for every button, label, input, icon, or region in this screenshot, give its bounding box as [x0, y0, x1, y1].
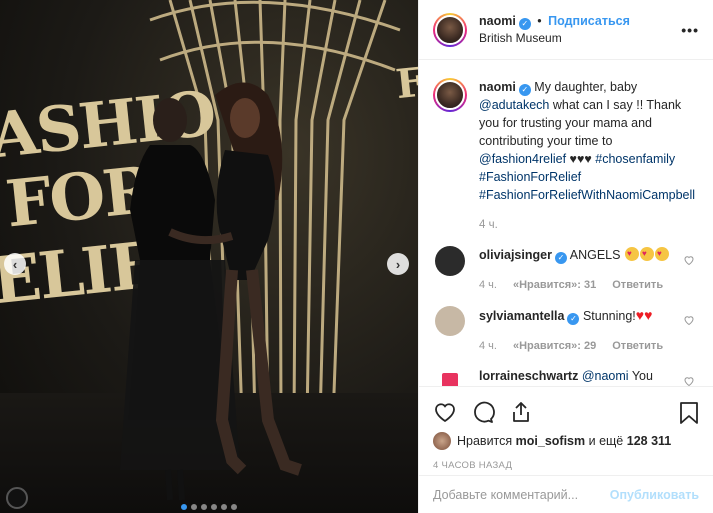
verified-badge-icon: ✓ — [518, 18, 531, 30]
carousel-dots — [181, 504, 237, 510]
post-actions — [419, 386, 713, 438]
caption-username[interactable]: naomi — [479, 80, 516, 94]
verified-badge-icon: ✓ — [567, 313, 580, 325]
comment-bubble-icon[interactable] — [471, 400, 495, 424]
carousel-dot — [231, 504, 237, 510]
comment-mention[interactable]: @naomi — [582, 369, 629, 383]
likes-count[interactable]: 128 311 — [627, 434, 672, 448]
reply-button[interactable]: Ответить — [612, 276, 663, 294]
people-figures — [120, 82, 302, 501]
carousel-dot — [201, 504, 207, 510]
caption-avatar[interactable] — [433, 78, 467, 112]
hashtag[interactable]: #chosenfamily — [595, 152, 675, 166]
comment-item: sylviamantella ✓ Stunning!♥♥ 4 ч. «Нравит… — [433, 306, 699, 355]
comment-text: Stunning! — [582, 309, 636, 323]
caption-hearts: ♥♥♥ — [569, 152, 592, 166]
commenter-avatar[interactable] — [435, 246, 465, 276]
post-header: naomi ✓ • Подписаться British Museum ••• — [419, 0, 713, 60]
share-icon[interactable] — [509, 400, 533, 424]
separator: • — [537, 14, 542, 28]
comment-item: oliviajsinger✓ ANGELS 4 ч. «Нравится»: 3… — [433, 245, 699, 294]
post-side-panel: naomi ✓ • Подписаться British Museum ••• … — [418, 0, 713, 513]
red-heart-emoji-icon: ♥ — [644, 307, 653, 323]
next-photo-button[interactable]: › — [387, 253, 409, 275]
prev-photo-button[interactable]: ‹ — [4, 253, 26, 275]
like-comment-heart-icon[interactable] — [683, 375, 695, 386]
red-heart-emoji-icon: ♥ — [635, 307, 645, 323]
likes-suffix: и ещё — [588, 434, 624, 448]
comment-item: lorraineschwartz @naomi You never stop a… — [433, 367, 699, 386]
comment-time[interactable]: 4 ч. — [479, 276, 497, 294]
verified-badge-icon: ✓ — [518, 84, 531, 96]
comment-time[interactable]: 4 ч. — [479, 337, 497, 355]
like-comment-heart-icon[interactable] — [683, 254, 695, 266]
caption-text-1: My daughter, baby — [534, 80, 638, 94]
commenter-username[interactable]: sylviamantella — [479, 309, 564, 323]
liker-avatar[interactable] — [433, 432, 451, 450]
location-link[interactable]: British Museum — [479, 30, 630, 46]
comment-text: ANGELS — [569, 248, 621, 262]
posted-time[interactable]: 4 ЧАСОВ НАЗАД — [433, 460, 512, 471]
carousel-dot — [211, 504, 217, 510]
caption-mention-2[interactable]: @fashion4relief — [479, 152, 566, 166]
more-options-icon[interactable]: ••• — [681, 22, 699, 38]
comments-list[interactable]: naomi ✓ My daughter, baby @adutakech what… — [419, 60, 713, 386]
comment-likes[interactable]: «Нравится»: 31 — [513, 276, 596, 294]
likes-prefix: Нравится — [457, 434, 513, 448]
like-heart-icon[interactable] — [433, 400, 457, 424]
liker-username[interactable]: moi_sofism — [516, 434, 585, 448]
like-comment-heart-icon[interactable] — [683, 314, 695, 326]
comment-input[interactable] — [433, 487, 610, 502]
post-caption: naomi ✓ My daughter, baby @adutakech what… — [433, 60, 699, 234]
author-username[interactable]: naomi — [479, 14, 516, 28]
reply-button[interactable]: Ответить — [612, 337, 663, 355]
heart-eyes-emoji-icon — [654, 245, 669, 263]
commenter-avatar[interactable] — [435, 306, 465, 336]
carousel-dot — [221, 504, 227, 510]
post-photo[interactable]: ASHIO FOR ELIE F ‹ › — [0, 0, 418, 513]
hashtag[interactable]: #FashionForReliefWithNaomiCampbell — [479, 188, 695, 202]
heart-eyes-emoji-icon — [624, 245, 639, 263]
author-avatar[interactable] — [433, 12, 467, 47]
heart-eyes-emoji-icon — [639, 245, 654, 263]
likes-summary: Нравится moi_sofism и ещё 128 311 — [433, 432, 699, 450]
post-comment-button[interactable]: Опубликовать — [610, 488, 699, 502]
carousel-dot — [191, 504, 197, 510]
carousel-dot — [181, 504, 187, 510]
bookmark-icon[interactable] — [679, 401, 699, 425]
caption-mention[interactable]: @adutakech — [479, 98, 549, 112]
commenter-username[interactable]: oliviajsinger — [479, 248, 552, 262]
hashtag[interactable]: #FashionForRelief — [479, 170, 581, 184]
caption-time[interactable]: 4 ч. — [479, 216, 699, 234]
commenter-username[interactable]: lorraineschwartz — [479, 369, 578, 383]
commenter-avatar[interactable] — [435, 367, 465, 386]
follow-button[interactable]: Подписаться — [548, 14, 630, 28]
author-avatar-icon[interactable] — [6, 487, 28, 509]
comment-likes[interactable]: «Нравится»: 29 — [513, 337, 596, 355]
add-comment-bar: Опубликовать — [419, 475, 713, 513]
verified-badge-icon: ✓ — [554, 252, 567, 264]
